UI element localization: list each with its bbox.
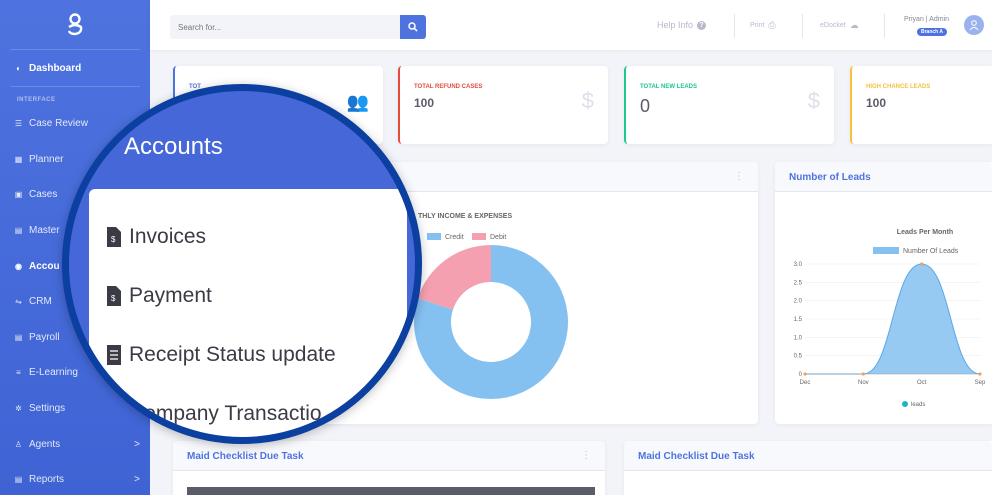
legend-label-credit: Credit (445, 234, 464, 241)
stat-card-new-leads[interactable]: TOTAL NEW LEADS 0 $ (624, 66, 834, 144)
sidebar-item-agents[interactable]: ♙ Agents > (14, 439, 140, 450)
y-tick-label: 2.0 (794, 299, 803, 305)
more-vertical-icon[interactable]: ⋮ (734, 171, 744, 182)
avatar[interactable] (964, 15, 984, 35)
gear-icon: ✲ (15, 404, 22, 413)
more-vertical-icon[interactable]: ⋮ (581, 450, 591, 461)
question-circle-icon: ? (697, 20, 707, 30)
brand-logo-icon (67, 12, 83, 35)
svg-text:$: $ (111, 235, 116, 244)
receipt-icon (107, 345, 121, 365)
submenu-item-company-transaction[interactable]: Company Transactio (107, 402, 322, 426)
accounts-magnifier: Accounts $ Invoices $ Payment Receipt St… (62, 84, 422, 444)
data-point (861, 372, 865, 376)
sidebar-item-case-review[interactable]: ☰ Case Review (14, 118, 140, 129)
briefcase-icon: ▣ (14, 190, 23, 199)
submenu-item-receipt-status-update[interactable]: Receipt Status update (107, 343, 336, 367)
donut-slice-debit (417, 245, 491, 310)
sidebar-section-heading: INTERFACE (17, 97, 56, 103)
legend-swatch-debit (472, 233, 486, 240)
y-tick-label: 1.0 (794, 335, 803, 341)
printer-icon: ⎙ (768, 20, 776, 30)
stat-card-high-chance-leads[interactable]: HIGH CHANCE LEADS 100 (850, 66, 992, 144)
legend-swatch (873, 247, 899, 254)
handshake-icon: ⇋ (15, 297, 22, 306)
card-title: Number of Leads (789, 172, 871, 183)
chart-title: Leads Per Month (897, 229, 953, 236)
cloud-upload-icon: ☁ (849, 20, 859, 30)
stat-label: TOTAL REFUND CASES (414, 84, 483, 90)
search-button[interactable] (400, 15, 426, 39)
help-info-link[interactable]: Help Info ? (657, 20, 707, 30)
number-of-leads-card: Number of Leads Leads Per Month Number Of… (775, 162, 992, 424)
data-point (920, 262, 924, 266)
leads-per-month-chart: Leads Per Month Number Of Leads 0 0.5 1.0 1.5… (794, 229, 986, 408)
topbar: Help Info ? Print ⎙ eDocket ☁ Priyan | A… (150, 0, 992, 50)
user-avatar-icon (969, 20, 979, 31)
x-tick-label: Sep (975, 380, 986, 386)
submenu-item-payment[interactable]: $ Payment (107, 284, 212, 308)
topbar-divider (884, 14, 885, 38)
maid-checklist-card-left: Maid Checklist Due Task ⋮ (173, 441, 605, 495)
payment-doc-icon: $ (107, 286, 121, 306)
file-icon: ▤ (14, 333, 23, 342)
user-icon: ♙ (14, 440, 23, 449)
legend-label: Number Of Leads (903, 248, 959, 255)
accounts-menu-title: Accounts (124, 133, 223, 160)
submenu-item-invoices[interactable]: $ Invoices (107, 225, 206, 249)
brand[interactable] (10, 0, 140, 50)
chevron-right-icon: > (134, 474, 140, 485)
stat-value: 0 (640, 96, 651, 116)
book-icon: ≡ (16, 368, 21, 377)
user-name[interactable]: Priyan | Admin (904, 16, 949, 23)
calendar-icon: ▦ (14, 155, 23, 164)
card-title: Maid Checklist Due Task (638, 451, 755, 462)
data-point (978, 372, 982, 376)
dollar-icon: $ (581, 88, 594, 113)
legend-swatch-credit (427, 233, 441, 240)
chevron-right-icon: > (134, 439, 140, 450)
invoice-doc-icon: $ (107, 227, 121, 247)
x-tick-label: Nov (858, 380, 869, 386)
data-point (803, 372, 807, 376)
stat-card-refund-cases[interactable]: TOTAL REFUND CASES 100 $ (398, 66, 608, 144)
card-title: Maid Checklist Due Task (187, 451, 304, 462)
svg-text:$: $ (111, 294, 116, 303)
x-tick-label: Oct (917, 380, 927, 386)
stat-label: TOTAL NEW LEADS (640, 84, 697, 90)
y-tick-label: 3.0 (794, 262, 803, 268)
stat-label: HIGH CHANCE LEADS (866, 84, 931, 90)
sidebar-item-dashboard[interactable]: ◐ Dashboard (14, 63, 140, 74)
print-link[interactable]: Print ⎙ (750, 20, 776, 31)
topbar-divider (734, 14, 735, 38)
legend-label-debit: Debit (490, 234, 506, 241)
bottom-legend-label: leads (911, 402, 925, 408)
y-tick-label: 0.5 (794, 354, 803, 360)
dashboard-icon: ◐ (16, 64, 21, 73)
users-icon: 👥 (346, 92, 369, 112)
dollar-icon: $ (807, 88, 820, 113)
receipt-icon (107, 404, 121, 424)
y-tick-label: 1.5 (794, 317, 803, 323)
x-tick-label: Dec (800, 380, 811, 386)
stat-value: 100 (866, 96, 887, 110)
sidebar-item-reports[interactable]: ▤ Reports > (14, 474, 140, 485)
sidebar-divider (10, 86, 140, 87)
y-tick-label: 2.5 (794, 280, 803, 286)
maid-checklist-card-right: Maid Checklist Due Task (624, 441, 992, 495)
accounts-icon: ◉ (15, 262, 22, 271)
y-tick-label: 0 (799, 372, 803, 378)
topbar-divider (802, 14, 803, 38)
edocket-link[interactable]: eDocket ☁ (820, 20, 859, 31)
table-header-bar (187, 487, 595, 495)
search-icon (408, 22, 418, 32)
file-icon: ▤ (14, 226, 23, 235)
list-icon: ☰ (14, 119, 23, 128)
bottom-legend-marker (902, 401, 908, 407)
stat-value: 100 (414, 96, 435, 110)
file-icon: ▤ (14, 475, 23, 484)
chart-title: THLY INCOME & EXPENSES (418, 213, 512, 220)
search-input[interactable] (170, 15, 400, 39)
branch-badge: Branch A (917, 28, 948, 36)
